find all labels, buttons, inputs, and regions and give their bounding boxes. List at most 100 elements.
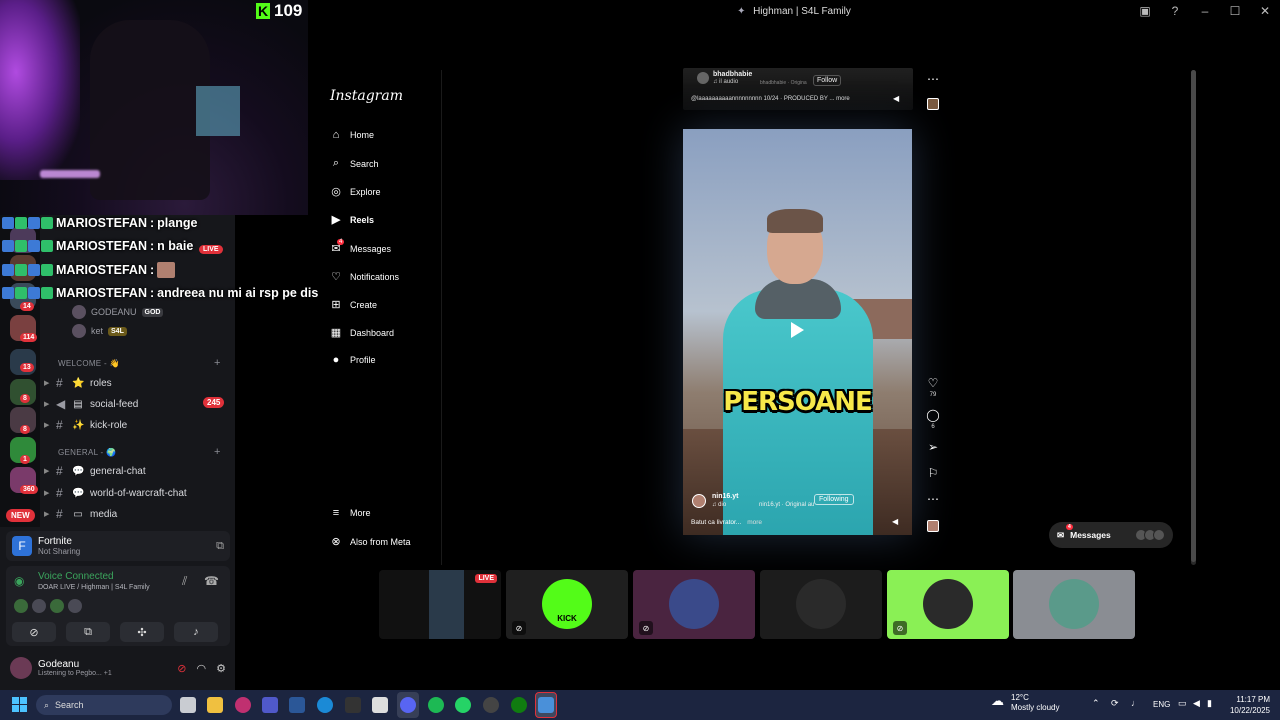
- bookmark-icon[interactable]: ⚐: [924, 466, 942, 480]
- app-icon[interactable]: [483, 697, 499, 713]
- task-view-icon[interactable]: [180, 697, 196, 713]
- voice-title[interactable]: Voice Connected: [38, 571, 114, 582]
- reel-original-audio[interactable]: bhadbhabie · Origina: [760, 80, 807, 86]
- gear-icon[interactable]: ⚙: [216, 662, 226, 675]
- inbox-icon[interactable]: ▣: [1138, 4, 1152, 18]
- reel-video[interactable]: PERSOANE nin16.yt ♫ dio nin16.yt · Origi…: [683, 129, 912, 535]
- reel-owner[interactable]: nin16.yt: [712, 493, 738, 500]
- nav-search[interactable]: ⌕ Search: [330, 157, 379, 170]
- nav-notifications[interactable]: ♡ Notifications: [330, 270, 399, 283]
- file-explorer-icon[interactable]: [207, 697, 223, 713]
- language-indicator[interactable]: ENG: [1153, 700, 1170, 709]
- share-icon[interactable]: ➢: [924, 440, 942, 454]
- reel-audio[interactable]: ♫ dio: [712, 502, 726, 508]
- activities-button[interactable]: ✣: [120, 622, 164, 642]
- taskbar-search[interactable]: ⌕ Search: [36, 695, 172, 715]
- reel-original-audio[interactable]: nin16.yt · Original au: [759, 502, 814, 508]
- comment-icon[interactable]: ◯: [924, 408, 942, 422]
- mute-icon[interactable]: ◀: [893, 94, 899, 103]
- activity-panel[interactable]: F Fortnite Not Sharing ⧉: [6, 531, 230, 561]
- reel-caption[interactable]: @laaaaaaaaaannnnnnnnn 10/24 · PRODUCED B…: [691, 96, 850, 102]
- audio-thumbnail[interactable]: [927, 98, 939, 110]
- maximize-button[interactable]: ☐: [1228, 4, 1242, 18]
- scrollbar[interactable]: [1191, 70, 1196, 565]
- play-icon[interactable]: [791, 322, 804, 338]
- nav-messages[interactable]: ✉ 4 Messages: [330, 239, 391, 255]
- like-heart-icon[interactable]: ♡: [924, 376, 942, 390]
- channel-media[interactable]: ▶ # ▭ media: [44, 507, 117, 521]
- category-general[interactable]: GENERAL - 🌍: [58, 448, 116, 457]
- windows-start-icon[interactable]: [12, 697, 28, 713]
- participant-tile[interactable]: KICK ⊘: [506, 570, 628, 639]
- soundboard-button[interactable]: ♪: [174, 622, 218, 642]
- epic-games-icon[interactable]: [345, 697, 361, 713]
- camera-off-button[interactable]: ⊘: [12, 622, 56, 642]
- minimize-button[interactable]: –: [1198, 4, 1212, 18]
- avatar[interactable]: [692, 494, 706, 508]
- voice-member[interactable]: GODEANU GOD: [72, 305, 164, 319]
- channel-social-feed[interactable]: ▶ ◀ ▤ social-feed: [44, 397, 138, 411]
- participant-tile[interactable]: ⊘: [633, 570, 755, 639]
- participant-tile-speaking[interactable]: ⊘: [887, 570, 1009, 639]
- weather-widget[interactable]: ☁ 12°C Mostly cloudy: [991, 693, 1059, 713]
- reel-audio[interactable]: ♫ il audio: [713, 79, 738, 85]
- audio-thumbnail[interactable]: [927, 520, 939, 532]
- sync-icon[interactable]: ⟳: [1111, 698, 1119, 709]
- participant-avatar[interactable]: [50, 599, 64, 613]
- nav-reels[interactable]: ▶ Reels: [330, 213, 374, 226]
- store-icon[interactable]: [372, 697, 388, 713]
- microphone-icon[interactable]: ♩: [1131, 698, 1140, 708]
- follow-button[interactable]: Follow: [813, 75, 842, 86]
- nav-more[interactable]: ≡ More: [330, 507, 371, 519]
- more-link[interactable]: more: [747, 519, 762, 526]
- mic-muted-icon[interactable]: ⊘: [177, 662, 186, 675]
- whatsapp-icon[interactable]: [455, 697, 471, 713]
- edge-icon[interactable]: [317, 697, 333, 713]
- reel-username[interactable]: bhadbhabie: [713, 71, 752, 78]
- participant-avatar[interactable]: [14, 599, 28, 613]
- nav-profile[interactable]: ● Profile: [330, 354, 376, 366]
- following-button[interactable]: Following: [814, 494, 854, 505]
- voice-member[interactable]: ket S4L: [72, 324, 127, 338]
- channel-roles[interactable]: ▶ # ⭐ roles: [44, 376, 112, 390]
- close-button[interactable]: ✕: [1258, 4, 1272, 18]
- participant-avatar[interactable]: [32, 599, 46, 613]
- voice-channel[interactable]: DOAR LIVE / Highman | S4L Family: [38, 584, 150, 591]
- more-options-icon[interactable]: ⋯: [924, 492, 942, 506]
- previous-reel[interactable]: bhadbhabie ♫ il audio bhadbhabie · Origi…: [683, 68, 913, 110]
- more-options-icon[interactable]: ⋯: [924, 72, 942, 86]
- avatar[interactable]: [10, 657, 32, 679]
- screen-share-icon[interactable]: ⧉: [216, 540, 224, 553]
- xbox-icon[interactable]: [511, 697, 527, 713]
- nav-home[interactable]: ⌂ Home: [330, 129, 374, 141]
- channel-kick-role[interactable]: ▶ # ✨ kick-role: [44, 418, 127, 432]
- chevron-up-icon[interactable]: ⌃: [1092, 698, 1100, 709]
- nav-explore[interactable]: ◎ Explore: [330, 185, 380, 198]
- disconnect-icon[interactable]: ☎: [204, 574, 219, 588]
- add-channel-icon[interactable]: +: [214, 446, 220, 458]
- nav-also-from-meta[interactable]: ⊗ Also from Meta: [330, 535, 410, 548]
- scrollbar-thumb[interactable]: [1191, 70, 1196, 562]
- screen-share-button[interactable]: ⧉: [66, 622, 110, 642]
- opera-gx-icon[interactable]: [235, 697, 251, 713]
- teams-icon[interactable]: [262, 697, 278, 713]
- nav-create[interactable]: ⊞ Create: [330, 298, 377, 311]
- battery-icon[interactable]: ▮: [1207, 698, 1212, 709]
- participant-avatar[interactable]: [68, 599, 82, 613]
- participant-tile[interactable]: [760, 570, 882, 639]
- network-icon[interactable]: ▭: [1178, 698, 1187, 709]
- participant-tile[interactable]: [1013, 570, 1135, 639]
- taskbar-clock[interactable]: 11:17 PM 10/22/2025: [1224, 694, 1270, 716]
- help-icon[interactable]: ?: [1168, 4, 1182, 18]
- discord-icon[interactable]: [400, 697, 416, 713]
- channel-general-chat[interactable]: ▶ # 💬 general-chat: [44, 464, 146, 478]
- channel-world-of-warcraft-chat[interactable]: ▶ # 💬 world-of-warcraft-chat: [44, 486, 187, 500]
- reel-description[interactable]: Batut ca livrator... more: [691, 519, 762, 526]
- messages-pill[interactable]: ✉ 4 Messages: [1049, 522, 1173, 548]
- add-channel-icon[interactable]: +: [214, 357, 220, 369]
- instagram-window-icon[interactable]: [538, 697, 554, 713]
- word-icon[interactable]: [289, 697, 305, 713]
- participant-tile[interactable]: LIVE: [379, 570, 501, 639]
- nav-dashboard[interactable]: ▦ Dashboard: [330, 326, 394, 339]
- instagram-logo[interactable]: Instagram: [330, 88, 403, 104]
